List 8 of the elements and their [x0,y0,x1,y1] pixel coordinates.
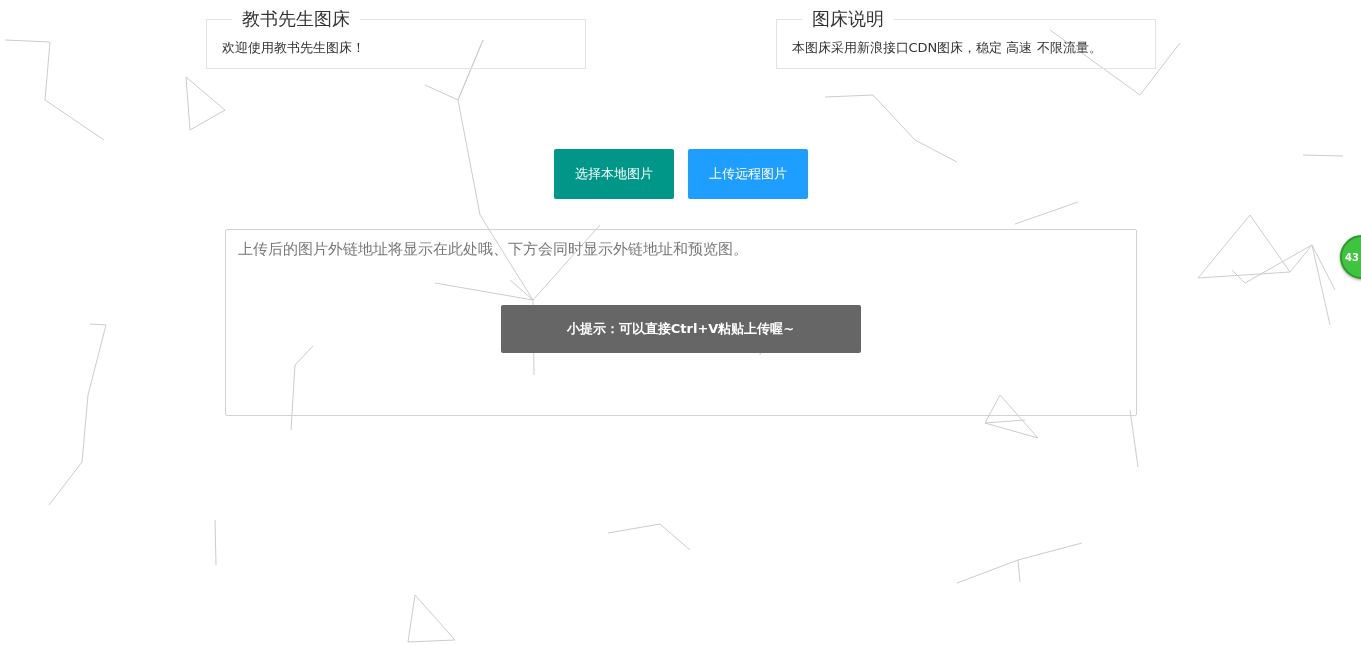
floating-counter-badge[interactable]: 43 [1340,235,1361,279]
panel-text: 欢迎使用教书先生图床！ [221,39,366,57]
panel-title: 图床说明 [810,10,885,28]
select-local-image-button[interactable]: 选择本地图片 [553,148,674,199]
panel-title: 教书先生图床 [240,10,351,28]
paste-tip-toast: 小提示：可以直接Ctrl+V粘贴上传喔~ [500,304,861,353]
panel-text: 本图床采用新浪接口CDN图床，稳定 高速 不限流量。 [791,39,1103,57]
upload-remote-image-button[interactable]: 上传远程图片 [687,148,808,199]
